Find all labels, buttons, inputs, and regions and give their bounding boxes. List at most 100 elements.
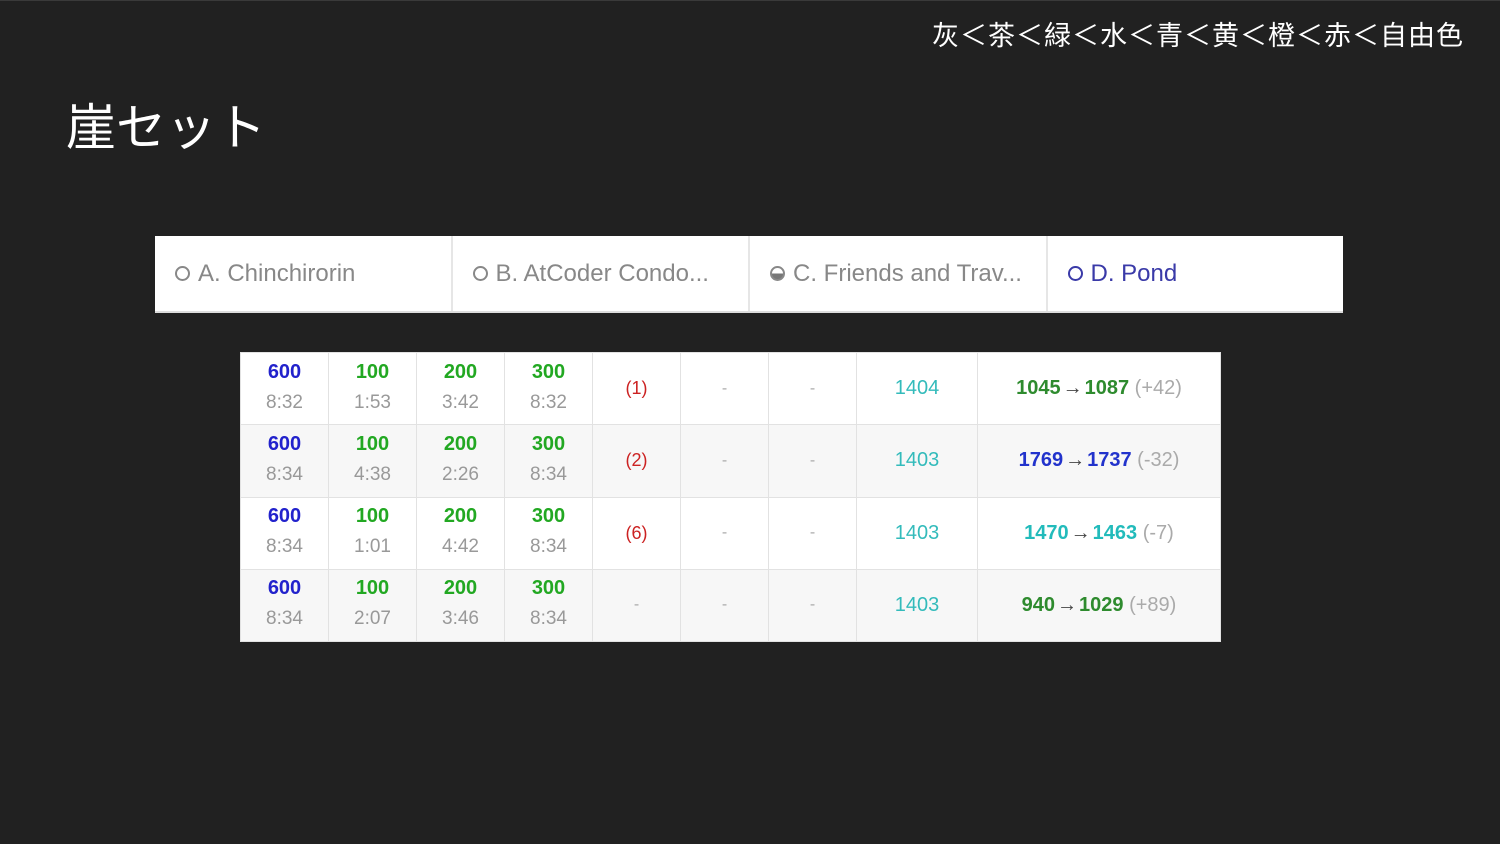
problem-e-cell: - <box>680 351 769 426</box>
rating-change: 1470 → 1463 (-7) <box>1024 522 1174 544</box>
rating-delta: (-7) <box>1142 521 1174 544</box>
total-score-cell: 600 8:32 <box>240 351 329 426</box>
rating-change-cell: 1045 → 1087 (+42) <box>977 351 1221 426</box>
problem-e-cell: - <box>680 496 769 570</box>
rating-delta: (+89) <box>1129 593 1177 616</box>
performance-value: 1403 <box>894 593 940 616</box>
rating-change: 940 → 1029 (+89) <box>1022 594 1177 616</box>
score-value: 600 <box>267 432 302 455</box>
half-circle-icon <box>770 266 785 281</box>
problem-f-cell: - <box>768 424 857 498</box>
problem-b-cell: 200 4:42 <box>416 496 505 570</box>
problem-c-cell: 300 8:32 <box>504 351 593 426</box>
problem-a-cell: 100 2:07 <box>328 568 417 643</box>
submission-time: 1:01 <box>354 536 391 558</box>
circle-outline-icon <box>1067 266 1083 281</box>
problem-e-cell: - <box>680 568 769 643</box>
tab-problem-b[interactable]: B. AtCoder Condo... <box>453 236 750 311</box>
rank-color-order: 灰＜茶＜緑＜水＜青＜黄＜橙＜赤＜自由色 <box>932 21 1464 52</box>
problem-f-cell: - <box>768 496 857 570</box>
problem-c-cell: 300 8:34 <box>504 568 593 643</box>
empty-result: - <box>721 596 728 614</box>
rating-delta: (-32) <box>1137 449 1180 472</box>
score-value: 100 <box>355 505 390 528</box>
score-value: 100 <box>355 360 390 383</box>
problem-a-cell: 100 1:53 <box>328 351 417 426</box>
rating-change-cell: 1470 → 1463 (-7) <box>977 496 1221 570</box>
old-rating: 940 <box>1021 593 1056 616</box>
score-value: 300 <box>531 432 566 455</box>
tab-label: C. Friends and Trav... <box>793 259 1022 287</box>
submission-time: 8:34 <box>530 463 567 485</box>
score-value: 200 <box>443 505 478 528</box>
submission-time: 8:34 <box>530 608 567 630</box>
problem-d-cell: - <box>592 568 681 643</box>
empty-result: - <box>721 451 728 469</box>
performance-cell: 1404 <box>856 351 978 426</box>
slide-title: 崖セット <box>66 99 266 157</box>
submission-time: 8:32 <box>530 391 567 413</box>
performance-value: 1403 <box>894 449 940 472</box>
score-value: 300 <box>531 360 566 383</box>
new-rating: 1087 <box>1084 377 1130 400</box>
submission-time: 3:46 <box>442 608 479 630</box>
tab-problem-d[interactable]: D. Pond <box>1048 236 1344 311</box>
score-value: 200 <box>443 360 478 383</box>
empty-result: - <box>721 379 728 397</box>
circle-outline-icon <box>472 266 488 281</box>
tab-label: B. AtCoder Condo... <box>495 259 709 287</box>
problem-b-cell: 200 2:26 <box>416 424 505 498</box>
tab-label: D. Pond <box>1090 259 1178 287</box>
submission-time: 8:32 <box>266 391 303 413</box>
total-score-cell: 600 8:34 <box>240 424 329 498</box>
standings-table: 600 8:32 100 1:53 200 3:42 300 8:32 (1) - - 1404 104… <box>240 351 1221 643</box>
problem-a-cell: 100 1:01 <box>328 496 417 570</box>
old-rating: 1769 <box>1018 449 1064 472</box>
tab-problem-c[interactable]: C. Friends and Trav... <box>750 236 1048 311</box>
penalty-count: (1) <box>625 378 648 399</box>
score-value: 300 <box>531 577 566 600</box>
new-rating: 1737 <box>1087 449 1132 472</box>
old-rating: 1045 <box>1016 377 1061 400</box>
rating-change: 1045 → 1087 (+42) <box>1016 377 1182 399</box>
slide: 灰＜茶＜緑＜水＜青＜黄＜橙＜赤＜自由色 崖セット A. Chinchirorin… <box>0 0 1500 844</box>
problem-d-cell: (6) <box>592 496 681 570</box>
submission-time: 4:38 <box>354 463 391 485</box>
problem-a-cell: 100 4:38 <box>328 424 417 498</box>
rating-change-cell: 940 → 1029 (+89) <box>977 568 1221 643</box>
score-value: 600 <box>267 360 302 383</box>
arrow-icon: → <box>1062 377 1083 400</box>
problem-f-cell: - <box>768 351 857 426</box>
problem-e-cell: - <box>680 424 769 498</box>
score-value: 600 <box>267 577 302 600</box>
tab-label: A. Chinchirorin <box>198 259 356 287</box>
top-divider <box>0 0 1500 1</box>
problem-d-cell: (2) <box>592 424 681 498</box>
penalty-count: - <box>633 596 640 614</box>
score-value: 100 <box>355 432 390 455</box>
submission-time: 1:53 <box>354 391 391 413</box>
score-value: 200 <box>443 432 478 455</box>
submission-time: 8:34 <box>266 463 303 485</box>
standings-row: 600 8:34 100 1:01 200 4:42 300 8:34 (6) - - 1403 147… <box>240 496 1221 570</box>
submission-time: 8:34 <box>266 536 303 558</box>
rating-change-cell: 1769 → 1737 (-32) <box>977 424 1221 498</box>
old-rating: 1470 <box>1024 521 1069 544</box>
score-value: 300 <box>531 505 566 528</box>
submission-time: 4:42 <box>442 536 479 558</box>
problem-b-cell: 200 3:46 <box>416 568 505 643</box>
arrow-icon: → <box>1065 449 1086 472</box>
problem-d-cell: (1) <box>592 351 681 426</box>
total-score-cell: 600 8:34 <box>240 568 329 643</box>
score-value: 600 <box>267 505 302 528</box>
rating-delta: (+42) <box>1134 377 1182 400</box>
total-score-cell: 600 8:34 <box>240 496 329 570</box>
arrow-icon: → <box>1070 521 1091 544</box>
problem-f-cell: - <box>768 568 857 643</box>
score-value: 200 <box>443 577 478 600</box>
empty-result: - <box>809 451 816 469</box>
circle-outline-icon <box>175 266 190 281</box>
new-rating: 1029 <box>1079 593 1124 616</box>
standings-row: 600 8:34 100 2:07 200 3:46 300 8:34 - - - 1403 940 → 1… <box>240 568 1221 643</box>
tab-problem-a[interactable]: A. Chinchirorin <box>155 236 453 311</box>
